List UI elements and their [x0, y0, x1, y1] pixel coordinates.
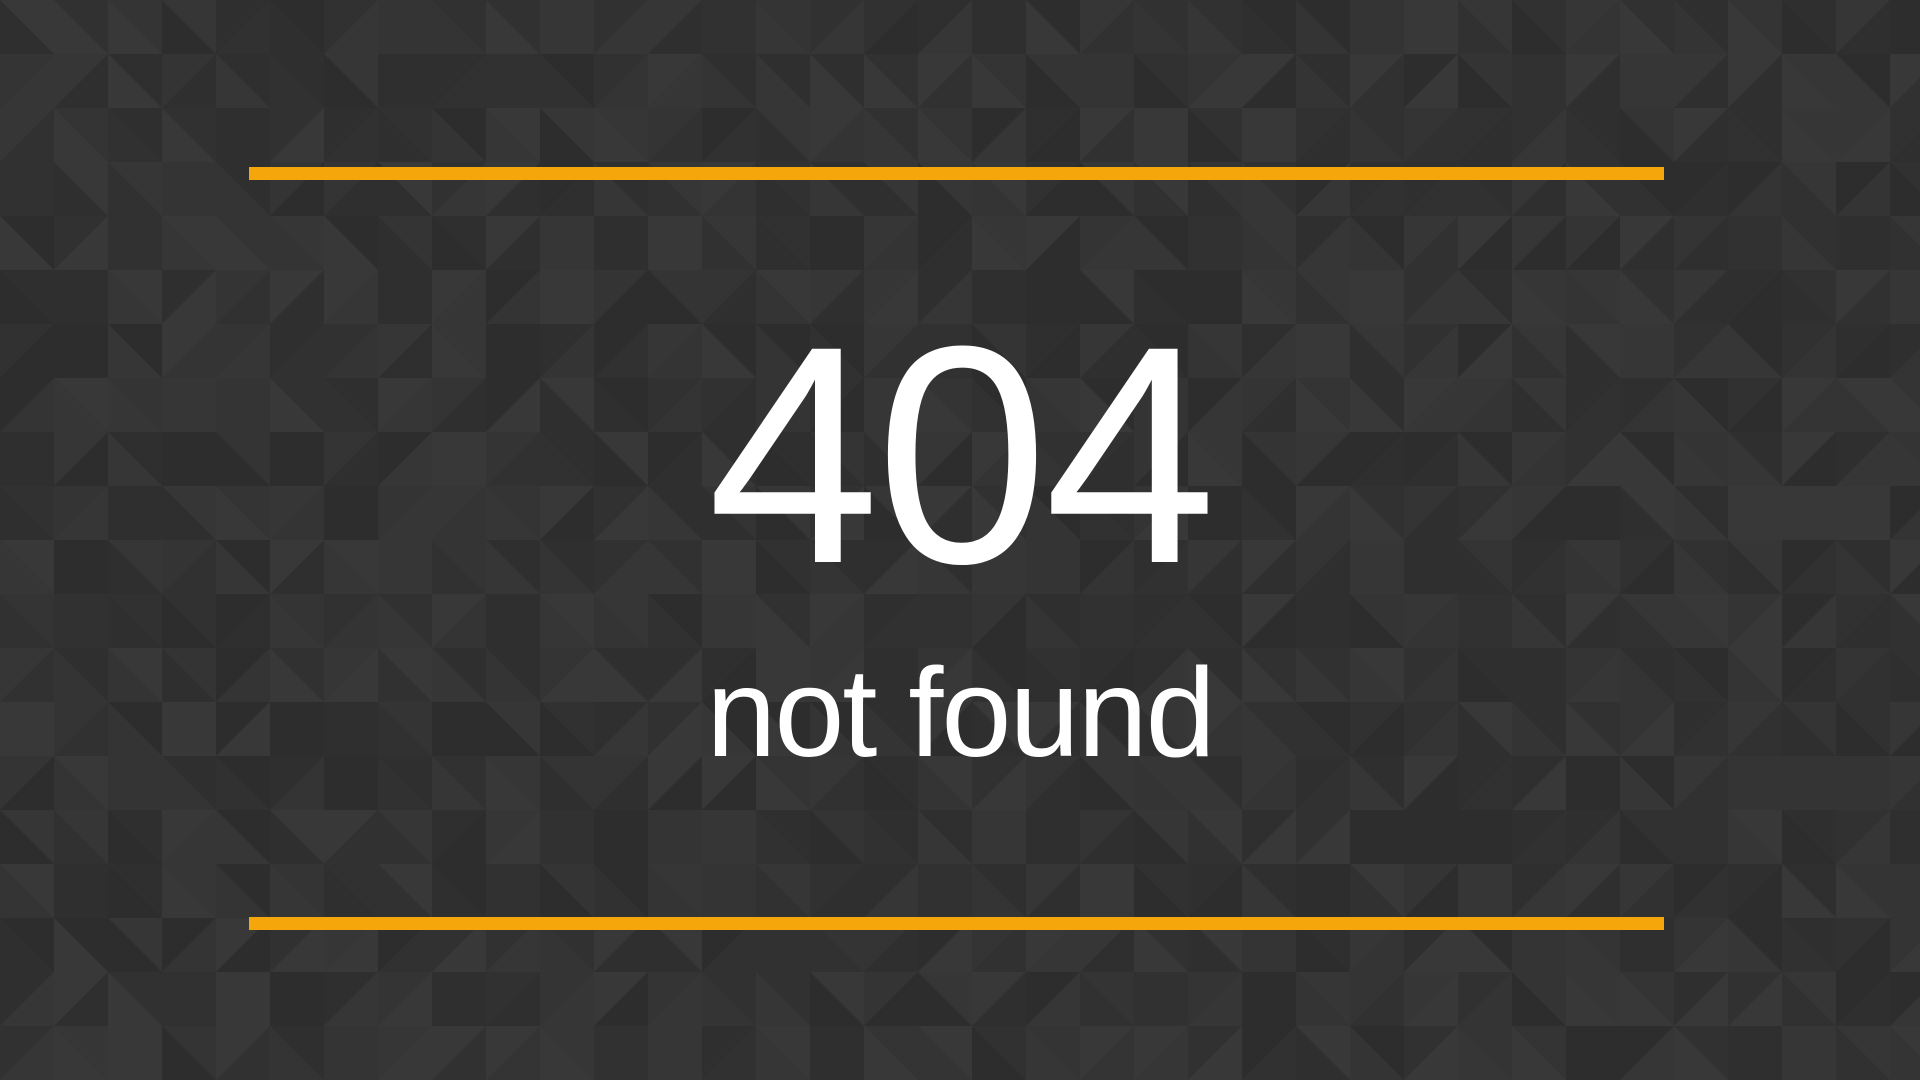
bottom-accent-rule	[249, 917, 1664, 930]
error-message: not found	[706, 642, 1215, 783]
error-code: 404	[707, 281, 1216, 628]
top-accent-rule	[249, 167, 1664, 180]
